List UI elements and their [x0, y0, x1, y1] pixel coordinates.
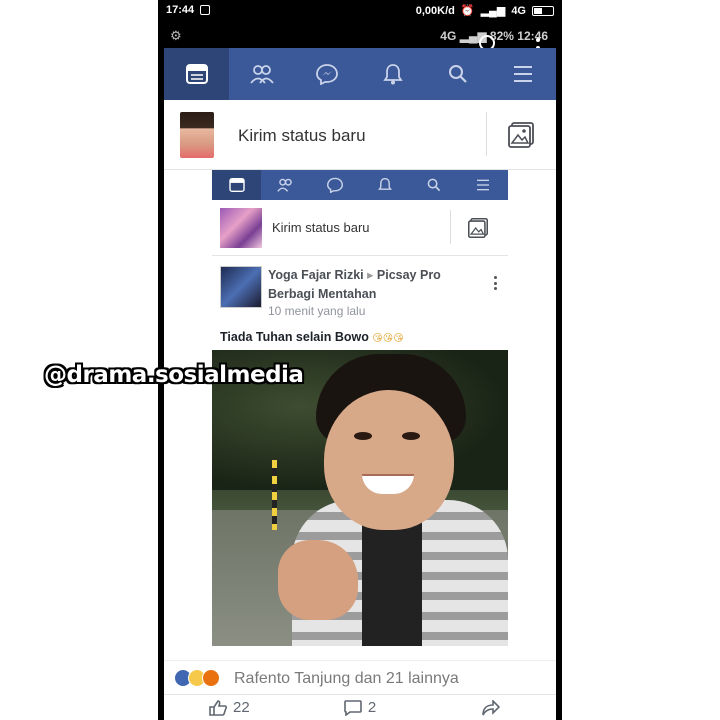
photo-icon[interactable]: [508, 122, 534, 148]
alarm-icon: ⏰: [460, 5, 475, 17]
post-header: Yoga Fajar Rizki ▸ Picsay Pro Berbagi Me…: [212, 262, 508, 324]
share-button[interactable]: [425, 695, 556, 720]
comment-icon: [344, 699, 362, 716]
photo-shirt: [362, 515, 422, 646]
network-type: 4G: [511, 4, 526, 17]
hamburger-menu-icon: [514, 66, 533, 82]
nested-reaction-strip: [212, 648, 508, 660]
nested-tab-search: [409, 170, 458, 200]
photo-icon: [468, 218, 488, 238]
phone-frame: 17:44 0,00K/d ⏰ ▂▄▆ 4G ⚙ 4G ▂▄▆ 82% 12:4…: [158, 0, 562, 720]
post-time: 10 menit yang lalu: [268, 304, 366, 318]
post-text: Tiada Tuhan selain Bowo 😘😘😘: [220, 330, 404, 344]
inner-network-type: 4G: [440, 29, 457, 43]
post-text-content: Tiada Tuhan selain Bowo: [220, 330, 369, 344]
bell-icon: [377, 177, 392, 190]
nested-tab-menu: [459, 170, 508, 200]
news-feed-icon: [228, 178, 245, 192]
comment-count: 2: [367, 699, 377, 716]
photo-face: [324, 390, 454, 530]
nested-tab-friends: [261, 170, 310, 200]
search-icon: [427, 178, 441, 192]
angry-reaction-icon: [202, 669, 220, 687]
thumbs-up-icon: [209, 699, 227, 716]
nested-tab-messenger: [311, 170, 360, 200]
network-speed: 0,00K/d: [415, 4, 455, 17]
tab-friends[interactable]: [229, 48, 294, 100]
friends-icon: [250, 65, 274, 84]
share-icon: [481, 699, 500, 715]
messenger-icon: [316, 64, 339, 85]
author-avatar: [220, 266, 262, 308]
kiss-emoji-icon: 😘😘😘: [372, 333, 404, 344]
messenger-icon: [327, 177, 344, 193]
composer-placeholder[interactable]: Kirim status baru: [238, 126, 366, 146]
like-count: 22: [232, 699, 250, 716]
post-author: Yoga Fajar Rizki: [268, 268, 364, 282]
photo-hand: [278, 540, 358, 620]
status-right: 0,00K/d ⏰ ▂▄▆ 4G: [416, 4, 554, 17]
nested-composer-placeholder: Kirim status baru: [272, 220, 370, 235]
hamburger-menu-icon: [477, 179, 490, 191]
signal-icon: ▂▄▆: [480, 5, 506, 17]
post-author-line: Yoga Fajar Rizki ▸ Picsay Pro Berbagi Me…: [268, 266, 488, 304]
reaction-icons: [174, 669, 220, 687]
nested-tab-notifications: [360, 170, 409, 200]
tab-news-feed[interactable]: [164, 48, 230, 100]
nested-status-composer: Kirim status baru: [212, 200, 508, 256]
photo-eye-right: [402, 432, 420, 440]
bell-icon: [382, 64, 403, 85]
photo-eye-left: [354, 432, 372, 440]
status-composer[interactable]: Kirim status baru: [164, 100, 556, 170]
status-bar: 17:44 0,00K/d ⏰ ▂▄▆ 4G: [158, 0, 562, 22]
status-time: 17:44: [166, 4, 195, 16]
gear-icon: ⚙: [170, 28, 182, 43]
post-actions: 22 2: [164, 694, 556, 720]
nested-navbar: [212, 170, 508, 200]
friends-icon: [277, 178, 293, 192]
shared-screenshot: Kirim status baru Yoga Fajar Rizki ▸ Pic…: [212, 170, 508, 660]
inner-clock: 12:46: [517, 29, 548, 43]
tab-search[interactable]: [425, 48, 490, 100]
nested-tab-news-feed: [212, 170, 262, 200]
tab-menu[interactable]: [491, 48, 556, 100]
watermark-text: @drama.sosialmedia: [44, 362, 304, 388]
arrow-icon: ▸: [367, 268, 374, 282]
reactions-bar[interactable]: Rafento Tanjung dan 21 lainnya: [164, 660, 556, 694]
comment-button[interactable]: 2: [295, 695, 426, 720]
search-icon: [448, 65, 467, 83]
photo-pole: [272, 460, 277, 530]
like-button[interactable]: 22: [164, 695, 295, 720]
news-feed-icon: [185, 64, 208, 84]
top-navbar: [164, 48, 556, 100]
battery-icon: [532, 5, 554, 16]
post-photo: [212, 350, 508, 646]
nested-composer-divider: [450, 210, 451, 244]
user-avatar[interactable]: [180, 112, 214, 158]
tab-notifications[interactable]: [360, 48, 425, 100]
tab-messenger[interactable]: [295, 48, 360, 100]
composer-divider: [486, 112, 487, 156]
inner-status-bar: ⚙ 4G ▂▄▆ 82% 12:46: [158, 24, 562, 48]
reactions-summary[interactable]: Rafento Tanjung dan 21 lainnya: [234, 670, 459, 688]
post-options-icon: [494, 276, 498, 290]
notification-icon: [200, 5, 210, 15]
nested-user-avatar: [220, 208, 262, 248]
screen: 17:44 0,00K/d ⏰ ▂▄▆ 4G ⚙ 4G ▂▄▆ 82% 12:4…: [0, 0, 720, 720]
